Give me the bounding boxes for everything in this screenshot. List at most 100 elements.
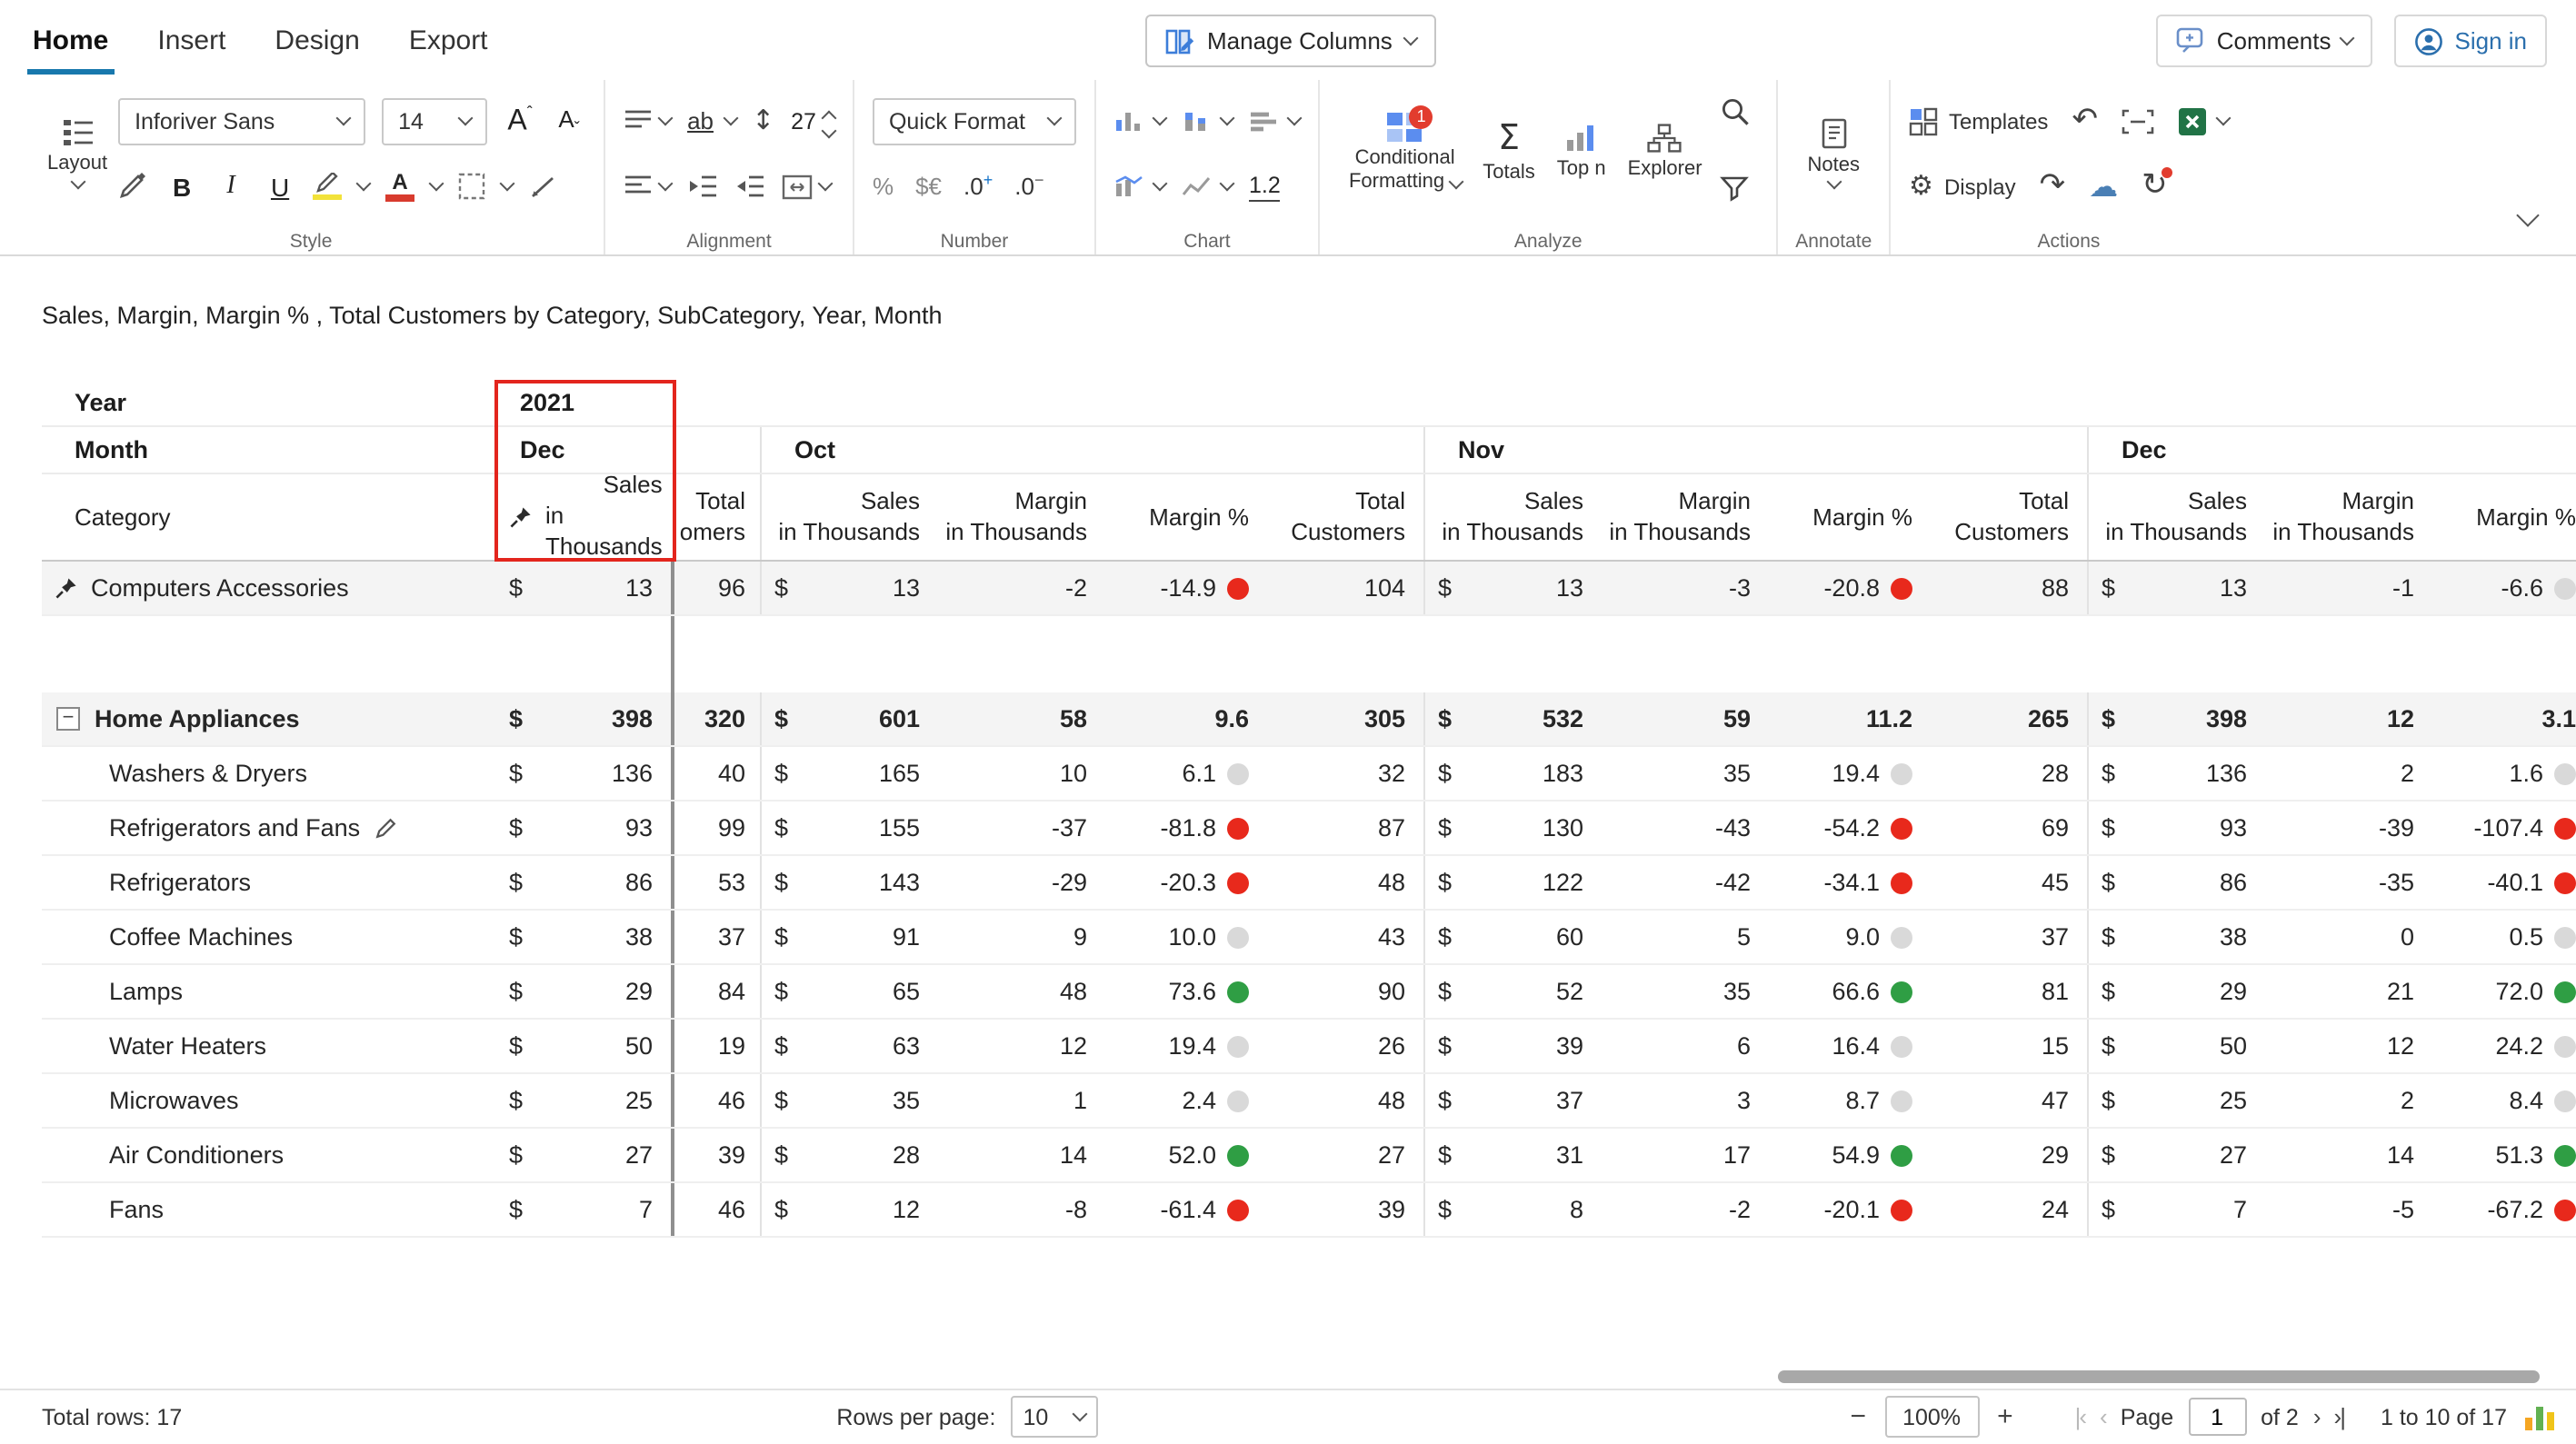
- table-row[interactable]: Lamps$2984$654873.690$523566.681$292172.…: [42, 965, 2576, 1020]
- margin-pct-cell[interactable]: 9.6: [1105, 692, 1263, 745]
- sales-cell[interactable]: $38: [2087, 911, 2265, 963]
- month-group-dec[interactable]: Dec: [2087, 427, 2576, 473]
- margin-header[interactable]: Marginin Thousands: [2265, 474, 2432, 560]
- customers-cell[interactable]: 99: [674, 802, 760, 854]
- customers-cell[interactable]: 87: [1263, 802, 1423, 854]
- margin-pct-cell[interactable]: 73.6: [1105, 965, 1263, 1018]
- category-cell[interactable]: Refrigerators and Fans: [42, 802, 496, 854]
- decrease-decimal-button[interactable]: .0−: [1014, 173, 1043, 200]
- sales-cell[interactable]: $8: [1423, 1183, 1602, 1236]
- display-button[interactable]: ⚙ Display: [1909, 173, 2016, 200]
- sales-cell[interactable]: $183: [1423, 747, 1602, 800]
- margin-cell[interactable]: -1: [2265, 562, 2432, 614]
- margin-pct-cell[interactable]: 72.0: [2432, 965, 2576, 1018]
- customers-cell[interactable]: 19: [674, 1020, 760, 1072]
- sales-header[interactable]: Salesin Thousands: [760, 474, 938, 560]
- last-page-icon[interactable]: ›|: [2334, 1403, 2344, 1430]
- customers-cell[interactable]: 28: [1927, 747, 2087, 800]
- manage-columns-button[interactable]: Manage Columns: [1145, 15, 1436, 67]
- margin-pct-cell[interactable]: 54.9: [1769, 1129, 1927, 1181]
- margin-pct-cell[interactable]: 51.3: [2432, 1129, 2576, 1181]
- sales-cell[interactable]: $50: [2087, 1020, 2265, 1072]
- sales-cell[interactable]: $60: [1423, 911, 1602, 963]
- margin-cell[interactable]: -2: [1602, 1183, 1769, 1236]
- margin-pct-cell[interactable]: -20.3: [1105, 856, 1263, 909]
- scrollbar-thumb[interactable]: [1777, 1370, 2540, 1383]
- margin-pct-cell[interactable]: 66.6: [1769, 965, 1927, 1018]
- sales-cell[interactable]: $35: [760, 1074, 938, 1127]
- sales-cell[interactable]: $130: [1423, 802, 1602, 854]
- currency-format-button[interactable]: $€: [915, 173, 942, 200]
- highlight-color-button[interactable]: [313, 173, 342, 201]
- customers-cell[interactable]: 84: [674, 965, 760, 1018]
- sales-cell[interactable]: $136: [2087, 747, 2265, 800]
- margin-cell[interactable]: 12: [2265, 1020, 2432, 1072]
- sales-cell[interactable]: $165: [760, 747, 938, 800]
- pinned-month-cell[interactable]: Dec: [496, 427, 674, 473]
- sales-cell[interactable]: $37: [1423, 1074, 1602, 1127]
- comments-button[interactable]: Comments: [2157, 15, 2373, 67]
- sales-cell[interactable]: $7: [2087, 1183, 2265, 1236]
- pinned-sales-cell[interactable]: $50: [496, 1020, 674, 1072]
- customers-header[interactable]: TotalCustomers: [1263, 474, 1423, 560]
- pinned-sales-cell[interactable]: $398: [496, 692, 674, 745]
- customers-cell[interactable]: 47: [1927, 1074, 2087, 1127]
- customers-cell[interactable]: 43: [1263, 911, 1423, 963]
- margin-cell[interactable]: 3: [1602, 1074, 1769, 1127]
- sales-cell[interactable]: $155: [760, 802, 938, 854]
- font-family-select[interactable]: Inforiver Sans: [118, 97, 365, 144]
- sales-cell[interactable]: $532: [1423, 692, 1602, 745]
- rows-per-page-select[interactable]: 10: [1010, 1396, 1097, 1438]
- sales-cell[interactable]: $122: [1423, 856, 1602, 909]
- margin-pct-cell[interactable]: -20.8: [1769, 562, 1927, 614]
- margin-pct-cell[interactable]: 6.1: [1105, 747, 1263, 800]
- margin-pct-cell[interactable]: 24.2: [2432, 1020, 2576, 1072]
- undo-icon[interactable]: ↶: [2072, 105, 2098, 136]
- sales-cell[interactable]: $52: [1423, 965, 1602, 1018]
- margin-pct-cell[interactable]: -20.1: [1769, 1183, 1927, 1236]
- margin-cell[interactable]: 35: [1602, 747, 1769, 800]
- line-chart-button[interactable]: [1182, 174, 1233, 198]
- customers-cell[interactable]: 88: [1927, 562, 2087, 614]
- outdent-button[interactable]: [687, 174, 718, 198]
- tab-insert[interactable]: Insert: [157, 0, 225, 80]
- table-row[interactable]: Fans$746$12-8-61.439$8-2-20.124$7-5-67.2: [42, 1183, 2576, 1238]
- customers-cell[interactable]: 69: [1927, 802, 2087, 854]
- font-color-button[interactable]: A: [385, 172, 414, 202]
- margin-cell[interactable]: 0: [2265, 911, 2432, 963]
- page-input[interactable]: [2188, 1398, 2246, 1436]
- margin-cell[interactable]: 35: [1602, 965, 1769, 1018]
- margin-pct-cell[interactable]: 8.7: [1769, 1074, 1927, 1127]
- customers-cell[interactable]: 15: [1927, 1020, 2087, 1072]
- increase-decimal-button[interactable]: .0+: [964, 173, 993, 200]
- sales-cell[interactable]: $27: [2087, 1129, 2265, 1181]
- customers-cell[interactable]: 37: [674, 911, 760, 963]
- horizontal-scrollbar[interactable]: [0, 1370, 2576, 1385]
- italic-button[interactable]: I: [215, 172, 247, 201]
- pinned-sales-header[interactable]: Salesin Thousands: [496, 474, 674, 560]
- customers-cell[interactable]: 32: [1263, 747, 1423, 800]
- sales-cell[interactable]: $12: [760, 1183, 938, 1236]
- tab-design[interactable]: Design: [275, 0, 359, 80]
- customers-cell[interactable]: 29: [1927, 1129, 2087, 1181]
- margin-cell[interactable]: -39: [2265, 802, 2432, 854]
- table-row[interactable]: Microwaves$2546$3512.448$3738.747$2528.4: [42, 1074, 2576, 1129]
- table-row[interactable]: Computers Accessories$1396$13-2-14.9104$…: [42, 562, 2576, 616]
- notes-button[interactable]: Notes: [1797, 93, 1872, 213]
- margin-cell[interactable]: -35: [2265, 856, 2432, 909]
- margin-pct-cell[interactable]: -61.4: [1105, 1183, 1263, 1236]
- margin-pct-cell[interactable]: -67.2: [2432, 1183, 2576, 1236]
- margin-pct-cell[interactable]: -54.2: [1769, 802, 1927, 854]
- vertical-align-button[interactable]: [624, 109, 671, 133]
- margin-pct-cell[interactable]: -107.4: [2432, 802, 2576, 854]
- margin-cell[interactable]: -29: [938, 856, 1105, 909]
- margin-cell[interactable]: 12: [938, 1020, 1105, 1072]
- category-cell[interactable]: Water Heaters: [42, 1020, 496, 1072]
- margin-pct-cell[interactable]: 2.4: [1105, 1074, 1263, 1127]
- category-cell[interactable]: Lamps: [42, 965, 496, 1018]
- sales-cell[interactable]: $31: [1423, 1129, 1602, 1181]
- zoom-out-button[interactable]: −: [1851, 1401, 1867, 1432]
- margin-header[interactable]: Marginin Thousands: [938, 474, 1105, 560]
- sales-cell[interactable]: $86: [2087, 856, 2265, 909]
- sales-cell[interactable]: $13: [1423, 562, 1602, 614]
